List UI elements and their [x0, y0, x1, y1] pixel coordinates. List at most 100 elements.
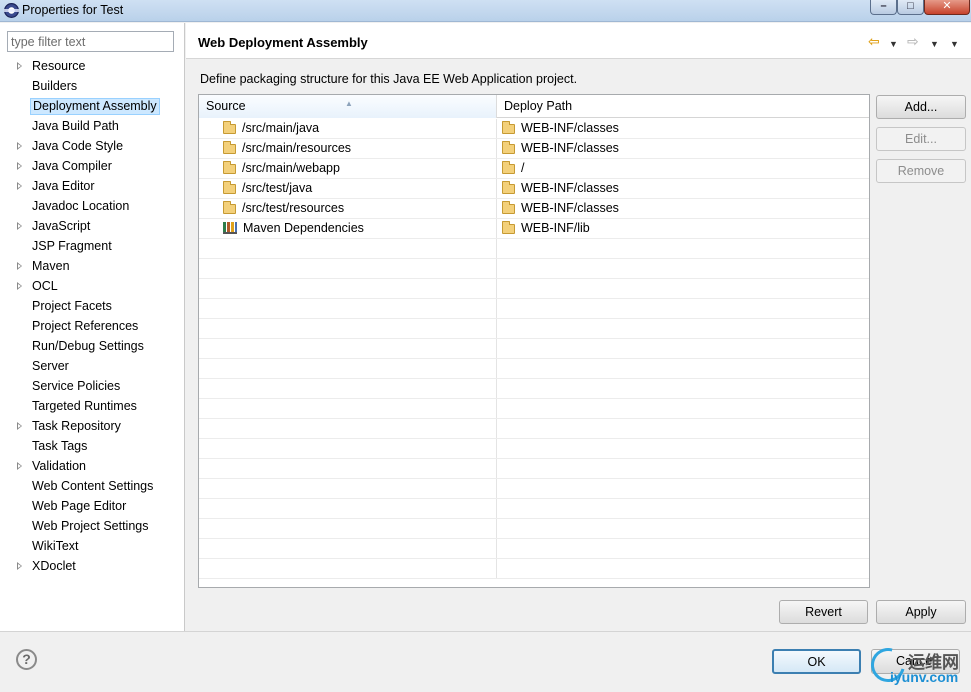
table-row[interactable]: /src/main/java WEB-INF/classes — [199, 119, 869, 139]
page-header: Web Deployment Assembly ⇦ ▼ ⇨ ▼ ▼ — [186, 23, 971, 59]
nav-item[interactable]: Run/Debug Settings — [0, 336, 184, 356]
source-cell[interactable]: /src/main/webapp — [199, 159, 497, 178]
tree-expand-icon[interactable] — [17, 162, 22, 170]
empty-cell — [199, 459, 497, 478]
table-header: ▲ Source Deploy Path — [199, 95, 869, 118]
deployment-assembly-table[interactable]: ▲ Source Deploy Path /src/main/java WEB-I… — [198, 94, 870, 588]
nav-item[interactable]: Javadoc Location — [0, 196, 184, 216]
back-arrow-icon[interactable]: ⇦ — [868, 33, 880, 49]
nav-item-label: Targeted Runtimes — [32, 399, 137, 413]
source-cell[interactable]: /src/test/java — [199, 179, 497, 198]
maximize-button[interactable]: □ — [897, 0, 924, 15]
back-history-dropdown-icon[interactable]: ▼ — [889, 36, 898, 52]
nav-item[interactable]: Web Content Settings — [0, 476, 184, 496]
nav-item-label: Maven — [32, 259, 70, 273]
help-icon[interactable]: ? — [16, 649, 37, 670]
nav-item[interactable]: Resource — [0, 56, 184, 76]
tree-expand-icon[interactable] — [17, 142, 22, 150]
nav-item[interactable]: JSP Fragment — [0, 236, 184, 256]
edit-button[interactable]: Edit... — [876, 127, 966, 151]
forward-history-dropdown-icon[interactable]: ▼ — [930, 36, 939, 52]
table-row[interactable]: /src/main/resources WEB-INF/classes — [199, 139, 869, 159]
deploy-path: WEB-INF/lib — [521, 221, 590, 235]
nav-item[interactable]: Task Tags — [0, 436, 184, 456]
source-cell[interactable]: /src/main/java — [199, 119, 497, 138]
nav-item[interactable]: Java Build Path — [0, 116, 184, 136]
ok-button[interactable]: OK — [772, 649, 861, 674]
tree-expand-icon[interactable] — [17, 562, 22, 570]
nav-item[interactable]: XDoclet — [0, 556, 184, 576]
tree-expand-icon[interactable] — [17, 182, 22, 190]
remove-button[interactable]: Remove — [876, 159, 966, 183]
cancel-button[interactable]: Cancel — [871, 649, 960, 674]
nav-item[interactable]: Java Code Style — [0, 136, 184, 156]
close-button[interactable]: ✕ — [924, 0, 970, 15]
view-menu-icon[interactable]: ▼ — [950, 36, 959, 52]
source-cell[interactable]: /src/test/resources — [199, 199, 497, 218]
table-row[interactable]: /src/main/webapp / — [199, 159, 869, 179]
nav-item[interactable]: Validation — [0, 456, 184, 476]
deploy-path-cell[interactable]: / — [497, 159, 869, 178]
deploy-path-cell[interactable]: WEB-INF/classes — [497, 119, 869, 138]
empty-cell — [199, 319, 497, 338]
source-path: /src/main/resources — [242, 141, 352, 155]
tree-expand-icon[interactable] — [17, 462, 22, 470]
nav-item[interactable]: Web Page Editor — [0, 496, 184, 516]
tree-expand-icon[interactable] — [17, 62, 22, 70]
folder-icon — [223, 161, 236, 174]
nav-item[interactable]: Targeted Runtimes — [0, 396, 184, 416]
empty-table-row — [199, 459, 869, 479]
table-row[interactable]: Maven Dependencies WEB-INF/lib — [199, 219, 869, 239]
nav-item-label: Builders — [32, 79, 78, 93]
nav-item[interactable]: Task Repository — [0, 416, 184, 436]
nav-item-label: Project References — [32, 319, 139, 333]
deploy-path-cell[interactable]: WEB-INF/lib — [497, 219, 869, 238]
tree-expand-icon[interactable] — [17, 222, 22, 230]
forward-arrow-icon[interactable]: ⇨ — [907, 33, 919, 49]
source-path: /src/main/webapp — [242, 161, 340, 175]
source-cell[interactable]: /src/main/resources — [199, 139, 497, 158]
nav-item[interactable]: WikiText — [0, 536, 184, 556]
nav-item[interactable]: Deployment Assembly — [0, 96, 184, 116]
deploy-path-cell[interactable]: WEB-INF/classes — [497, 199, 869, 218]
nav-item-label: WikiText — [32, 539, 79, 553]
folder-icon — [502, 221, 515, 234]
add-button[interactable]: Add... — [876, 95, 966, 119]
tree-expand-icon[interactable] — [17, 282, 22, 290]
column-header-source[interactable]: ▲ Source — [199, 95, 497, 118]
nav-item[interactable]: Java Editor — [0, 176, 184, 196]
nav-item[interactable]: JavaScript — [0, 216, 184, 236]
empty-cell — [199, 479, 497, 498]
nav-item[interactable]: Builders — [0, 76, 184, 96]
nav-item-label: JSP Fragment — [32, 239, 112, 253]
nav-item[interactable]: OCL — [0, 276, 184, 296]
tree-expand-icon[interactable] — [17, 262, 22, 270]
nav-item[interactable]: Project Facets — [0, 296, 184, 316]
column-header-deploy-path[interactable]: Deploy Path — [497, 95, 869, 118]
empty-table-row — [199, 399, 869, 419]
nav-item-label: Server — [32, 359, 69, 373]
folder-icon — [502, 181, 515, 194]
filter-input[interactable] — [7, 31, 174, 52]
nav-item[interactable]: Java Compiler — [0, 156, 184, 176]
table-row[interactable]: /src/test/java WEB-INF/classes — [199, 179, 869, 199]
nav-item[interactable]: Maven — [0, 256, 184, 276]
minimize-button[interactable]: – — [870, 0, 897, 15]
nav-item-label: Validation — [32, 459, 86, 473]
empty-table-row — [199, 559, 869, 579]
source-cell[interactable]: Maven Dependencies — [199, 219, 497, 238]
deploy-path-cell[interactable]: WEB-INF/classes — [497, 139, 869, 158]
deploy-path-cell[interactable]: WEB-INF/classes — [497, 179, 869, 198]
empty-table-row — [199, 279, 869, 299]
table-row[interactable]: /src/test/resources WEB-INF/classes — [199, 199, 869, 219]
empty-cell — [199, 299, 497, 318]
nav-item[interactable]: Server — [0, 356, 184, 376]
column-header-label: Deploy Path — [504, 99, 573, 113]
empty-cell — [199, 379, 497, 398]
nav-item[interactable]: Service Policies — [0, 376, 184, 396]
tree-expand-icon[interactable] — [17, 422, 22, 430]
nav-item[interactable]: Project References — [0, 316, 184, 336]
apply-button[interactable]: Apply — [876, 600, 966, 624]
nav-item[interactable]: Web Project Settings — [0, 516, 184, 536]
revert-button[interactable]: Revert — [779, 600, 868, 624]
